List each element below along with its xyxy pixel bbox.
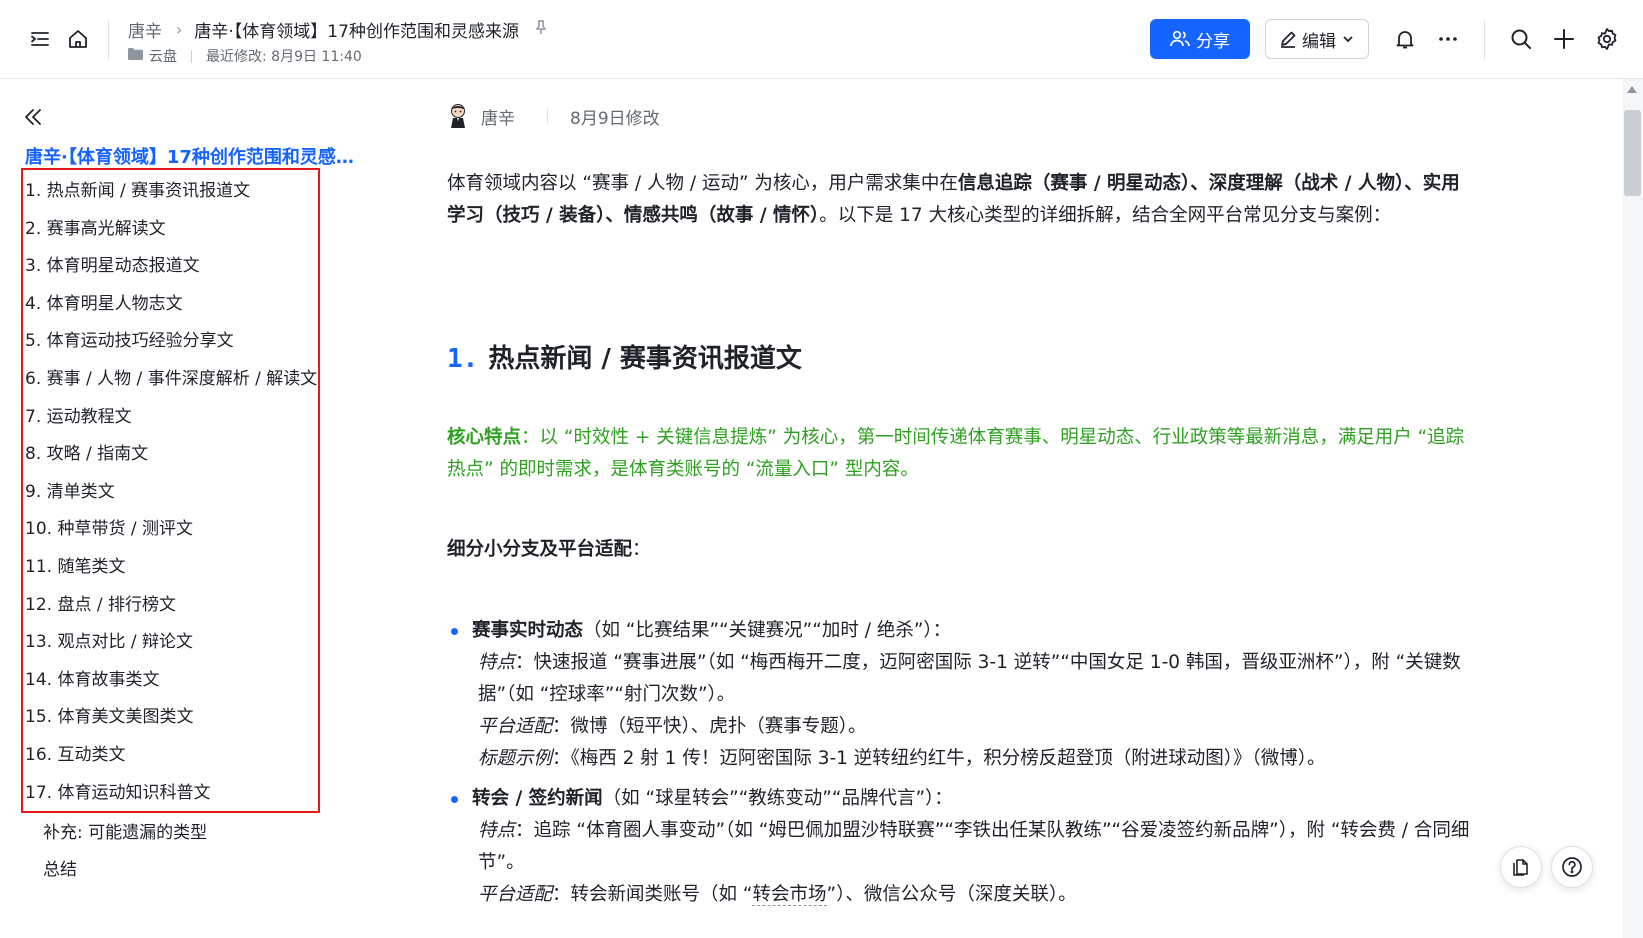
sub-heading-text: 细分小分支及平台适配 bbox=[447, 539, 633, 560]
toc-item[interactable]: 14. 体育故事类文 bbox=[25, 662, 317, 700]
feature-text: ：快速报道 “赛事进展”（如 “梅西梅开二度，迈阿密国际 3-1 逆转”“中国女… bbox=[478, 652, 1461, 705]
toc-item[interactable]: 16. 互动类文 bbox=[25, 737, 317, 775]
help-icon bbox=[1562, 857, 1582, 877]
location-label[interactable]: 云盘 bbox=[149, 46, 177, 66]
example-label: 标题示例 bbox=[478, 748, 553, 769]
bullet-list: 赛事实时动态（如 “比赛结果”“关键赛况”“加时 / 绝杀”）： 特点：快速报道… bbox=[448, 615, 1478, 911]
edit-label: 编辑 bbox=[1302, 31, 1336, 52]
bullet-dot bbox=[451, 796, 458, 803]
sub-heading-colon: ： bbox=[632, 539, 651, 560]
share-label: 分享 bbox=[1196, 31, 1230, 52]
breadcrumb-home[interactable]: 唐辛 bbox=[128, 17, 162, 42]
last-modified: 最近修改: 8月9日 11:40 bbox=[206, 49, 362, 65]
toc-item[interactable]: 3. 体育明星动态报道文 bbox=[25, 248, 317, 286]
core-feature-paragraph: 核心特点：以 “时效性 + 关键信息提炼” 为核心，第一时间传递体育赛事、明星动… bbox=[447, 422, 1477, 486]
list-item: 赛事实时动态（如 “比赛结果”“关键赛况”“加时 / 绝杀”）： bbox=[448, 615, 1478, 647]
feature-label: 特点 bbox=[478, 820, 516, 841]
toc-item[interactable]: 1. 热点新闻 / 赛事资讯报道文 bbox=[25, 173, 317, 211]
author-name[interactable]: 唐辛 bbox=[481, 104, 515, 129]
section-title: 热点新闻 / 赛事资讯报道文 bbox=[488, 344, 802, 374]
toc-list: 1. 热点新闻 / 赛事资讯报道文 2. 赛事高光解读文 3. 体育明星动态报道… bbox=[25, 173, 317, 812]
copy-icon bbox=[1513, 859, 1528, 876]
scrollbar[interactable] bbox=[1622, 79, 1643, 938]
intro-paragraph: 体育领域内容以 “赛事 / 人物 / 运动” 为核心，用户需求集中在信息追踪（赛… bbox=[447, 168, 1477, 232]
platform-label: 平台适配 bbox=[478, 716, 553, 737]
toc-item[interactable]: 5. 体育运动技巧经验分享文 bbox=[25, 323, 317, 361]
toc-item[interactable]: 15. 体育美文美图类文 bbox=[25, 699, 317, 737]
header-divider bbox=[108, 21, 109, 59]
edit-button[interactable]: 编辑 bbox=[1265, 19, 1369, 59]
share-button[interactable]: 分享 bbox=[1150, 19, 1250, 59]
bullet-platform: 平台适配：微博（短平快）、虎扑（赛事专题）。 bbox=[448, 711, 1478, 743]
users-icon bbox=[1170, 30, 1190, 47]
copy-doc-button[interactable] bbox=[1500, 846, 1542, 888]
bullet-example: 标题示例：《梅西 2 射 1 传！迈阿密国际 3-1 逆转纽约红牛，积分榜反超登… bbox=[448, 743, 1478, 775]
intro-prefix: 体育领域内容以 “赛事 / 人物 / 运动” 为核心，用户需求集中在 bbox=[447, 173, 958, 194]
breadcrumb: 唐辛 › 唐辛·【体育领域】17种创作范围和灵感来源 bbox=[128, 17, 549, 42]
toc-item[interactable]: 12. 盘点 / 排行榜文 bbox=[25, 587, 317, 625]
toc-item[interactable]: 11. 随笔类文 bbox=[25, 549, 317, 587]
bullet-feature: 特点：追踪 “体育圈人事变动”（如 “姆巴佩加盟沙特联赛”“李铁出任某队教练”“… bbox=[448, 815, 1478, 879]
toc-item[interactable]: 7. 运动教程文 bbox=[25, 399, 317, 437]
author-divider bbox=[547, 108, 548, 124]
chevron-down-icon bbox=[1343, 36, 1353, 43]
section-heading: 1. 热点新闻 / 赛事资讯报道文 bbox=[447, 338, 802, 375]
header-divider-right bbox=[1484, 21, 1485, 59]
chevron-right-icon: › bbox=[176, 20, 183, 39]
settings-icon[interactable] bbox=[1592, 24, 1622, 54]
core-label: 核心特点 bbox=[447, 427, 522, 448]
platform-text: ：微博（短平快）、虎扑（赛事专题）。 bbox=[552, 716, 867, 737]
folder-icon bbox=[128, 48, 143, 64]
collapse-sidebar-icon[interactable] bbox=[22, 106, 46, 130]
toc-item[interactable]: 2. 赛事高光解读文 bbox=[25, 211, 317, 249]
toc-item[interactable]: 8. 攻略 / 指南文 bbox=[25, 436, 317, 474]
doc-modified: 8月9日修改 bbox=[570, 108, 660, 129]
platform-text: ：转会新闻类账号（如 “ bbox=[552, 884, 753, 905]
home-icon[interactable] bbox=[63, 24, 93, 54]
bullet-note: （如 “比赛结果”“关键赛况”“加时 / 绝杀”）： bbox=[583, 620, 952, 641]
feature-label: 特点 bbox=[478, 652, 516, 673]
scroll-up-arrow-icon[interactable] bbox=[1627, 86, 1637, 93]
avatar[interactable] bbox=[447, 103, 469, 129]
bell-icon[interactable] bbox=[1390, 24, 1420, 54]
toc-item[interactable]: 4. 体育明星人物志文 bbox=[25, 286, 317, 324]
toc-sub-item[interactable]: 总结 bbox=[43, 855, 77, 880]
doc-meta: 云盘 最近修改: 8月9日 11:40 bbox=[128, 46, 362, 66]
toc-item[interactable]: 10. 种草带货 / 测评文 bbox=[25, 511, 317, 549]
toc-item[interactable]: 17. 体育运动知识科普文 bbox=[25, 775, 317, 813]
bullet-title: 赛事实时动态 bbox=[472, 620, 584, 641]
breadcrumb-doc-title[interactable]: 唐辛·【体育领域】17种创作范围和灵感来源 bbox=[194, 17, 519, 42]
platform-text-end: ”）、微信公众号（深度关联）。 bbox=[826, 884, 1077, 905]
toc-item[interactable]: 9. 清单类文 bbox=[25, 474, 317, 512]
bullet-feature: 特点：快速报道 “赛事进展”（如 “梅西梅开二度，迈阿密国际 3-1 逆转”“中… bbox=[448, 647, 1478, 711]
author-row: 唐辛 8月9日修改 bbox=[447, 103, 660, 129]
core-text: ：以 “时效性 + 关键信息提炼” 为核心，第一时间传递体育赛事、明星动态、行业… bbox=[447, 427, 1465, 480]
example-text: ：《梅西 2 射 1 传！迈阿密国际 3-1 逆转纽约红牛，积分榜反超登顶（附进… bbox=[552, 748, 1326, 769]
toc-item[interactable]: 6. 赛事 / 人物 / 事件深度解析 / 解读文 bbox=[25, 361, 317, 399]
intro-suffix: 。以下是 17 大核心类型的详细拆解，结合全网平台常见分支与案例： bbox=[819, 205, 1392, 226]
platform-label: 平台适配 bbox=[478, 884, 553, 905]
meta-divider bbox=[191, 49, 192, 63]
help-button[interactable] bbox=[1551, 846, 1593, 888]
more-icon[interactable] bbox=[1433, 24, 1463, 54]
pencil-icon bbox=[1281, 31, 1296, 48]
bullet-platform: 平台适配：转会新闻类账号（如 “转会市场”）、微信公众号（深度关联）。 bbox=[448, 879, 1478, 911]
toc-title[interactable]: 唐辛·【体育领域】17种创作范围和灵感来源 bbox=[25, 143, 365, 169]
platform-link[interactable]: 转会市场 bbox=[752, 884, 827, 906]
bullet-title: 转会 / 签约新闻 bbox=[472, 788, 603, 809]
sidebar-toggle-icon[interactable] bbox=[25, 24, 55, 54]
bullet-dot bbox=[451, 628, 458, 635]
toc-item[interactable]: 13. 观点对比 / 辩论文 bbox=[25, 624, 317, 662]
search-icon[interactable] bbox=[1506, 24, 1536, 54]
top-bar: 唐辛 › 唐辛·【体育领域】17种创作范围和灵感来源 云盘 最近修改: 8月9日… bbox=[0, 0, 1643, 79]
pin-icon[interactable] bbox=[533, 19, 549, 40]
add-icon[interactable] bbox=[1549, 24, 1579, 54]
toc-sub-item[interactable]: 补充: 可能遗漏的类型 bbox=[43, 818, 207, 843]
list-item: 转会 / 签约新闻（如 “球星转会”“教练变动”“品牌代言”）： bbox=[448, 783, 1478, 815]
section-number: 1. bbox=[447, 344, 479, 374]
sub-heading: 细分小分支及平台适配： bbox=[447, 534, 1477, 566]
bullet-note: （如 “球星转会”“教练变动”“品牌代言”）： bbox=[602, 788, 953, 809]
scrollbar-thumb[interactable] bbox=[1624, 110, 1641, 196]
feature-text: ：追踪 “体育圈人事变动”（如 “姆巴佩加盟沙特联赛”“李铁出任某队教练”“谷爱… bbox=[478, 820, 1470, 873]
